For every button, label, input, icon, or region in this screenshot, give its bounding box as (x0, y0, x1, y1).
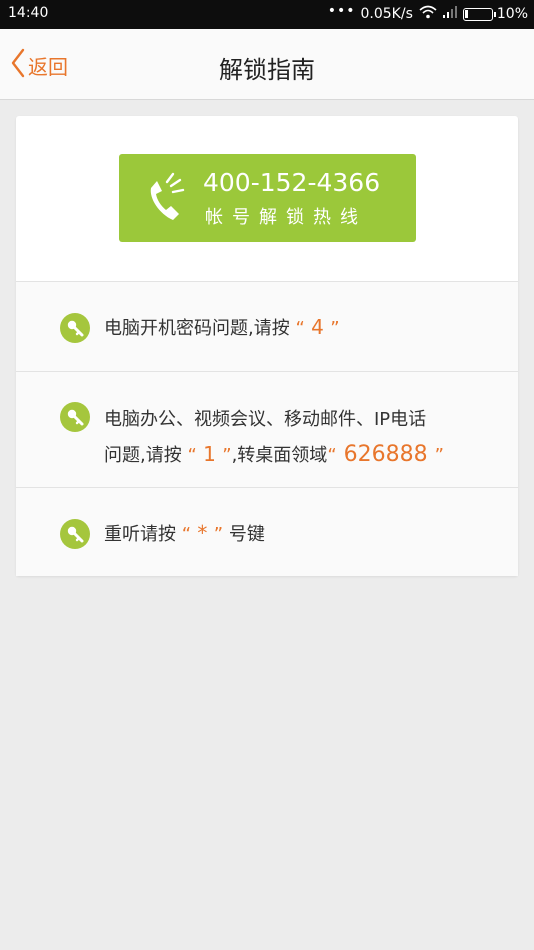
list-item: 电脑办公、视频会议、移动邮件、IP电话 问题,请按 “ 1 ”,转桌面领域“ 6… (16, 371, 518, 487)
phone-icon (143, 168, 191, 230)
key-value: * (191, 521, 214, 545)
hotline-number: 400-152-4366 (203, 168, 381, 197)
list-item: 重听请按 “ * ” 号键 (16, 487, 518, 576)
hotline-call-button[interactable]: 400-152-4366 帐号解锁热线 (119, 154, 416, 242)
quote-open: “ (187, 445, 197, 466)
instruction-text: 重听请按 (104, 524, 176, 545)
wifi-icon (419, 5, 437, 23)
battery-icon (462, 7, 496, 21)
quote-close: ” (434, 445, 444, 466)
page-title: 解锁指南 (219, 56, 315, 84)
row-text: 电脑办公、视频会议、移动邮件、IP电话 问题,请按 “ 1 ”,转桌面领域“ 6… (104, 403, 444, 473)
quote-close: ” (213, 524, 224, 545)
instruction-text: ,转桌面领域 (231, 445, 328, 466)
instruction-text-line1: 电脑办公、视频会议、移动邮件、IP电话 (104, 409, 427, 430)
row-text: 重听请按 “ * ” 号键 (104, 520, 265, 546)
quote-open: “ (181, 524, 192, 545)
battery-percent: 10% (496, 6, 528, 22)
signal-icon (442, 5, 458, 23)
network-speed: 0.05K/s (360, 6, 413, 22)
status-time: 14:40 (8, 5, 49, 21)
key-icon (60, 313, 90, 347)
instruction-text: 号键 (228, 524, 265, 545)
status-bar: 14:40 ••• 0.05K/s 10% (0, 0, 534, 29)
instruction-text: 问题,请按 (104, 445, 182, 466)
key-icon (60, 402, 90, 436)
unlock-guide-card: 400-152-4366 帐号解锁热线 电脑开机密码问题,请按 “ 4 ” 电脑… (16, 116, 518, 576)
status-indicators: ••• 0.05K/s 10% (327, 3, 528, 23)
domain-value: 626888 (336, 442, 435, 467)
instruction-text-line2: 问题,请按 “ 1 ”,转桌面领域“ 626888 ” (104, 437, 444, 473)
instruction-text: 电脑开机密码问题,请按 (104, 318, 290, 339)
row-text: 电脑开机密码问题,请按 “ 4 ” (104, 314, 340, 340)
list-item: 电脑开机密码问题,请按 “ 4 ” (16, 281, 518, 371)
quote-close: ” (330, 318, 340, 339)
key-icon (60, 519, 90, 553)
quote-open: “ (327, 445, 337, 466)
hotline-caption: 帐号解锁热线 (205, 207, 367, 228)
notification-dots: ••• (327, 3, 356, 19)
quote-open: “ (295, 318, 305, 339)
key-value: 4 (304, 315, 331, 339)
key-value: 1 (196, 442, 223, 466)
quote-close: ” (222, 445, 232, 466)
navigation-bar: 返回 解锁指南 (0, 29, 534, 100)
